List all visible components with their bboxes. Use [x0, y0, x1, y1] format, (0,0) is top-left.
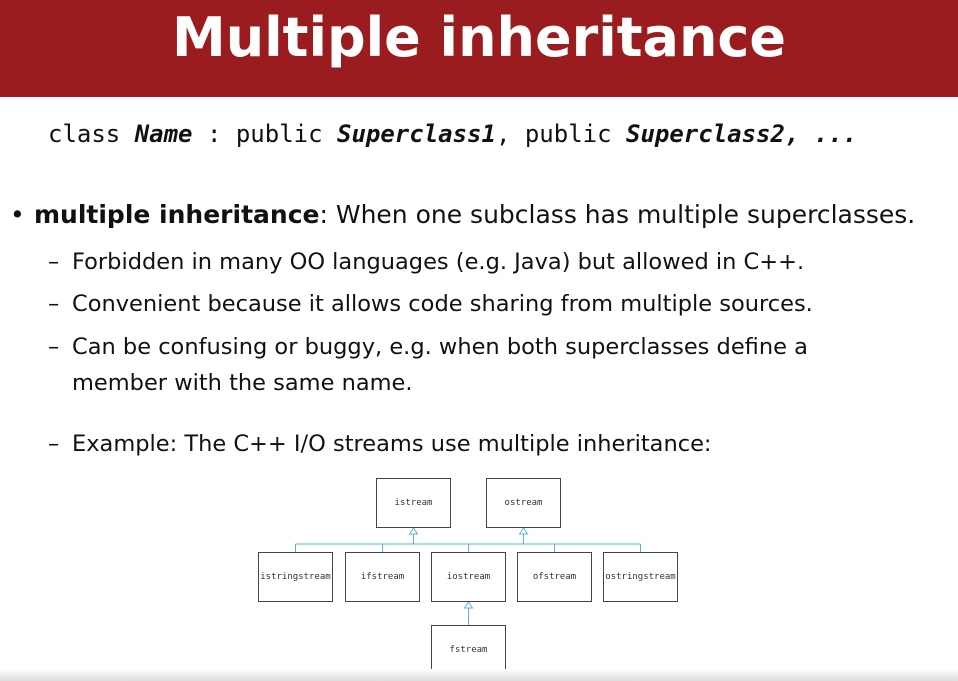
node-ostream: ostream — [486, 478, 561, 528]
node-iostream: iostream — [431, 552, 506, 602]
node-ifstream: ifstream — [345, 552, 420, 602]
node-ostringstream: ostringstream — [603, 552, 678, 602]
arrowhead-icon — [518, 527, 529, 535]
bottom-edge — [0, 669, 958, 681]
node-istream: istream — [376, 478, 451, 528]
node-istringstream: istringstream — [258, 552, 333, 602]
arrowhead-icon — [463, 601, 474, 609]
node-ofstream: ofstream — [517, 552, 592, 602]
arrowhead-icon — [408, 527, 419, 535]
node-fstream: fstream — [431, 625, 506, 675]
